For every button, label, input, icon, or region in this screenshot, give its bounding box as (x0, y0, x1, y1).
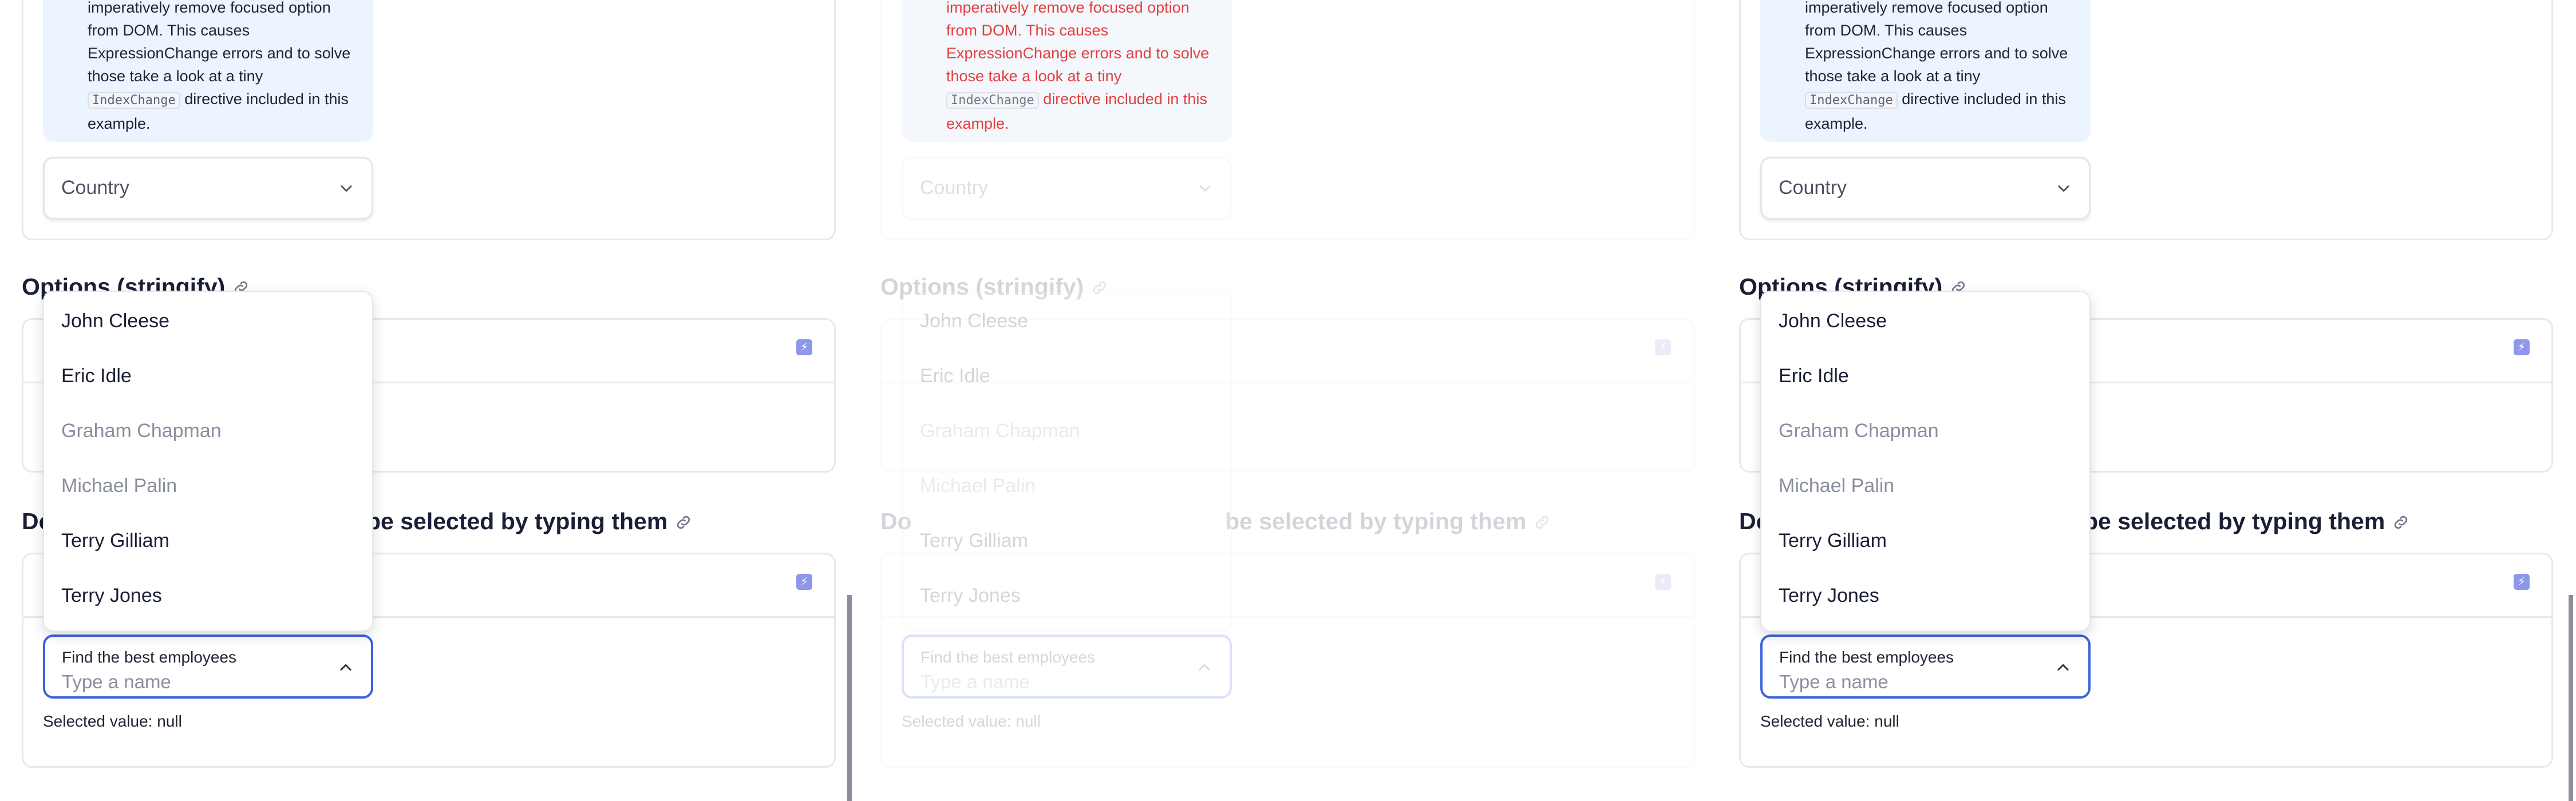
option-john-cleese[interactable]: John Cleese (61, 310, 169, 332)
panel-middle: imperatively remove focused option from … (859, 0, 1717, 801)
option-terry-jones[interactable]: Terry Jones (1779, 585, 1879, 607)
combo-input[interactable]: Type a name (62, 671, 171, 693)
flash-icon[interactable]: ⚡ (2514, 574, 2530, 590)
scrollbar[interactable] (847, 595, 852, 801)
chevron-down-icon (1199, 185, 1211, 192)
dropdown-listbox: John Cleese Eric Idle Graham Chapman Mic… (902, 291, 1232, 632)
panel-right: imperatively remove focused option from … (1717, 0, 2576, 801)
option-michael-palin: Michael Palin (1779, 475, 1895, 497)
combo-label: Find the best employees (62, 648, 237, 666)
flash-icon[interactable]: ⚡ (2514, 339, 2530, 355)
option-terry-gilliam[interactable]: Terry Gilliam (61, 530, 169, 552)
country-select[interactable]: Country (902, 157, 1232, 220)
combo-input[interactable]: Type a name (1779, 671, 1888, 693)
chevron-down-icon (341, 185, 352, 192)
employee-combobox[interactable]: Find the best employees Type a name (1760, 635, 2091, 699)
combo-label: Find the best employees (1779, 648, 1954, 666)
flash-icon[interactable]: ⚡ (796, 574, 812, 590)
info-note: imperatively remove focused option from … (43, 0, 373, 142)
country-select[interactable]: Country (43, 157, 373, 220)
employee-combobox[interactable]: Find the best employees Type a name (43, 635, 373, 699)
option-graham-chapman: Graham Chapman (61, 420, 222, 442)
combo-label: Find the best employees (920, 648, 1096, 666)
option-michael-palin: Michael Palin (920, 475, 1036, 497)
employee-combobox[interactable]: Find the best employees Type a name (902, 635, 1232, 699)
option-eric-idle[interactable]: Eric Idle (920, 365, 990, 387)
country-select-value: Country (1779, 177, 1847, 199)
option-terry-gilliam[interactable]: Terry Gilliam (920, 530, 1028, 552)
dropdown-listbox: John Cleese Eric Idle Graham Chapman Mic… (43, 291, 373, 632)
chevron-up-icon[interactable] (1196, 660, 1212, 676)
option-michael-palin: Michael Palin (61, 475, 177, 497)
option-john-cleese[interactable]: John Cleese (920, 310, 1028, 332)
option-graham-chapman: Graham Chapman (1779, 420, 1939, 442)
note-text: imperatively remove focused option from … (1805, 0, 2068, 132)
selected-value-text: Selected value: null (1760, 712, 1899, 730)
link-icon[interactable] (2392, 513, 2410, 532)
code-index-change: IndexChange (88, 92, 180, 109)
link-icon[interactable] (674, 513, 693, 532)
country-select-value: Country (61, 177, 130, 199)
option-terry-jones[interactable]: Terry Jones (920, 585, 1021, 607)
country-select[interactable]: Country (1760, 157, 2091, 220)
info-note: imperatively remove focused option from … (1760, 0, 2091, 142)
option-terry-jones[interactable]: Terry Jones (61, 585, 162, 607)
code-index-change: IndexChange (946, 92, 1039, 109)
scrollbar[interactable] (2569, 595, 2573, 801)
note-text: imperatively remove focused option from … (88, 0, 351, 132)
combo-input[interactable]: Type a name (920, 671, 1030, 693)
country-select-value: Country (920, 177, 989, 199)
panel-left: imperatively remove focused option from … (0, 0, 859, 801)
note-text: imperatively remove focused option from … (946, 0, 1210, 132)
option-eric-idle[interactable]: Eric Idle (1779, 365, 1849, 387)
selected-value-text: Selected value: null (902, 712, 1041, 730)
chevron-down-icon (2058, 185, 2069, 192)
option-eric-idle[interactable]: Eric Idle (61, 365, 132, 387)
flash-icon[interactable]: ⚡ (1655, 574, 1671, 590)
dropdown-listbox: John Cleese Eric Idle Graham Chapman Mic… (1760, 291, 2091, 632)
option-terry-gilliam[interactable]: Terry Gilliam (1779, 530, 1887, 552)
flash-icon[interactable]: ⚡ (1655, 339, 1671, 355)
chevron-up-icon[interactable] (2055, 660, 2071, 676)
chevron-up-icon[interactable] (338, 660, 354, 676)
option-john-cleese[interactable]: John Cleese (1779, 310, 1887, 332)
link-icon[interactable] (1533, 513, 1551, 532)
flash-icon[interactable]: ⚡ (796, 339, 812, 355)
selected-value-text: Selected value: null (43, 712, 182, 730)
code-index-change: IndexChange (1805, 92, 1898, 109)
option-graham-chapman: Graham Chapman (920, 420, 1080, 442)
info-note: imperatively remove focused option from … (902, 0, 1232, 142)
